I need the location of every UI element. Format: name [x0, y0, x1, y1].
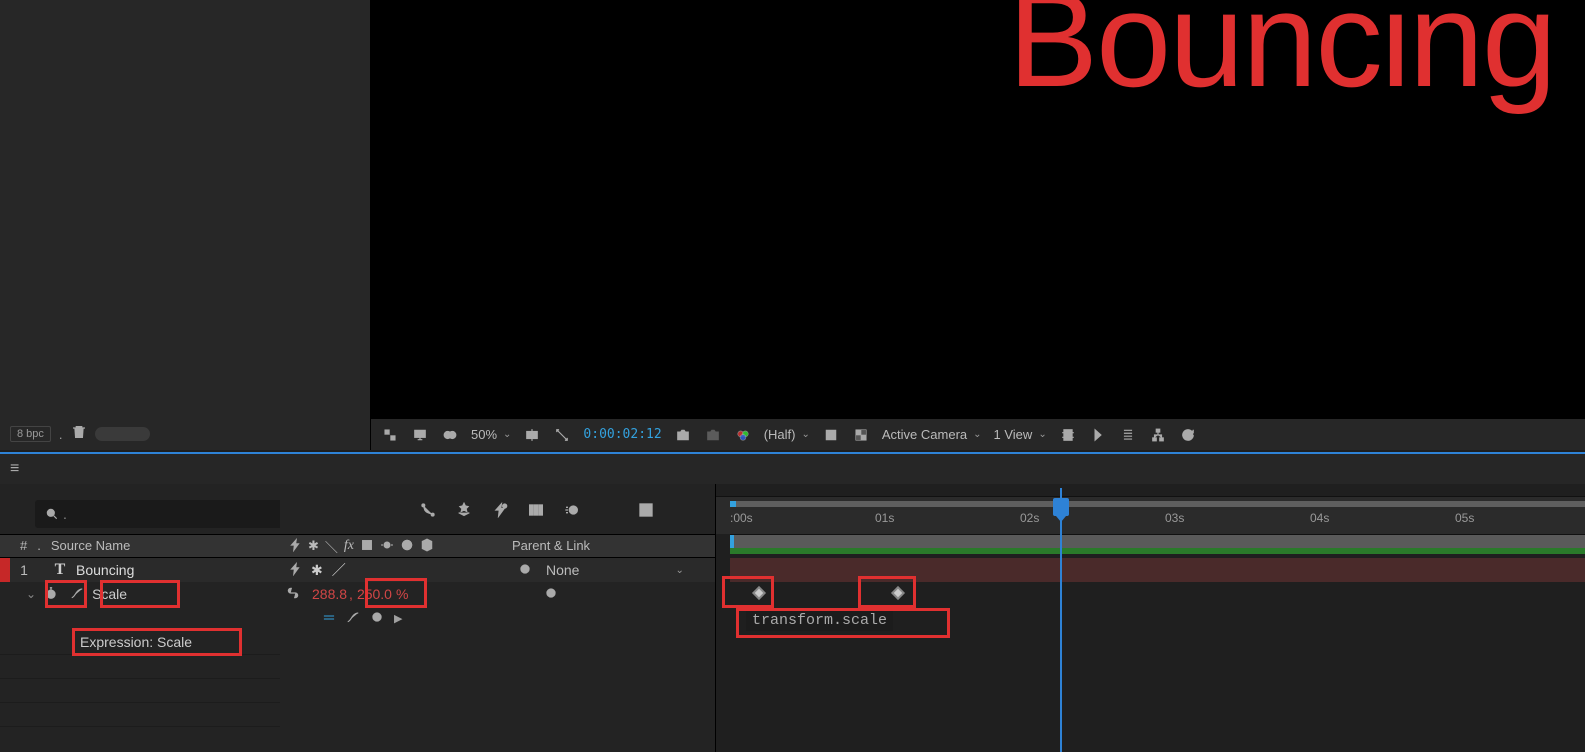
zoom-select[interactable]: 50%⌄	[471, 427, 511, 442]
mask-icon[interactable]	[441, 426, 459, 444]
search-icon	[45, 507, 59, 521]
layer-solo-toggle[interactable]: ✱	[311, 562, 323, 579]
expression-language-icon[interactable]: ▶	[394, 612, 402, 625]
twirl-arrow-icon[interactable]: ⌄	[26, 587, 36, 601]
timeline-panel: ≡ . # . Source Name 1 T	[0, 452, 1585, 752]
pixel-aspect-icon[interactable]	[1059, 426, 1077, 444]
stopwatch-icon[interactable]	[44, 586, 58, 603]
timeline-toolbar: ≡	[0, 452, 1585, 484]
work-area-bar[interactable]	[730, 534, 1585, 548]
fast-draft-icon[interactable]	[1089, 426, 1107, 444]
dot-label: .	[59, 427, 63, 442]
render-tool-icon[interactable]	[456, 502, 472, 523]
switch-3d-icon[interactable]	[420, 538, 434, 555]
camera-select[interactable]: Active Camera⌄	[882, 427, 982, 442]
transparency-grid-icon[interactable]	[852, 426, 870, 444]
layer-quality-toggle[interactable]: ／	[332, 560, 346, 580]
switch-shy-icon[interactable]	[288, 538, 302, 555]
switch-solo-icon[interactable]: ✱	[308, 538, 319, 554]
ruler-tick: 01s	[875, 511, 894, 525]
resolution-select[interactable]: (Half)⌄	[764, 427, 810, 442]
layer-row[interactable]: 1 T Bouncing	[0, 558, 280, 582]
property-row-scale[interactable]: ⌄ Scale	[0, 582, 280, 606]
switch-fx-icon[interactable]: fx	[344, 538, 354, 554]
ruler-tick: 05s	[1455, 511, 1474, 525]
text-layer-icon: T	[52, 561, 68, 579]
timecode-display[interactable]: 0:00:02:12	[583, 427, 661, 442]
column-source-name-header[interactable]: Source Name	[51, 538, 130, 553]
switch-adjustment-icon[interactable]	[400, 538, 414, 555]
timeline-graph[interactable]: :00s 01s 02s 03s 04s 05s transform.scale	[715, 484, 1585, 752]
layer-name[interactable]: Bouncing	[76, 562, 134, 578]
expression-text[interactable]: transform.scale	[746, 610, 893, 631]
scale-y-value[interactable]: 250.0	[357, 586, 392, 602]
layer-shy-toggle[interactable]	[288, 562, 302, 579]
ruler-tick: 02s	[1020, 511, 1039, 525]
view-layout-select[interactable]: 1 View⌄	[994, 427, 1047, 442]
slider-pill[interactable]	[95, 427, 150, 441]
channels-icon[interactable]	[734, 426, 752, 444]
column-dot: .	[37, 538, 41, 553]
switch-frameblend-icon[interactable]	[360, 538, 374, 555]
project-panel	[0, 0, 370, 450]
shy-layers-icon[interactable]	[492, 502, 508, 523]
constrain-proportions-icon[interactable]	[286, 586, 300, 603]
fast-previews-icon[interactable]	[822, 426, 840, 444]
graph-editor-icon[interactable]	[70, 586, 84, 603]
expression-pickwhip-icon[interactable]	[370, 610, 384, 627]
keyframe-diamond[interactable]	[891, 586, 905, 600]
preview-text: Bouncing	[1008, 0, 1555, 107]
layer-duration-bar[interactable]	[730, 558, 1585, 582]
property-row-expression[interactable]: Expression: Scale	[0, 630, 280, 654]
column-index-header[interactable]: #	[20, 538, 27, 553]
parent-select[interactable]: None⌄	[546, 562, 684, 578]
ruler-tick: :00s	[730, 511, 753, 525]
parent-value: None	[546, 562, 579, 578]
switch-motionblur-icon[interactable]	[380, 538, 394, 555]
comp-duration-bar	[730, 548, 1585, 554]
camera-value: Active Camera	[882, 427, 967, 442]
switch-quality-icon[interactable]: ＼	[325, 537, 338, 556]
scale-pct: %	[396, 586, 408, 602]
expression-enable-icon[interactable]: ＝	[322, 608, 336, 628]
resolution-value: (Half)	[764, 427, 796, 442]
parenting-tool-icon[interactable]	[420, 502, 436, 523]
res-auto-icon[interactable]	[523, 426, 541, 444]
playhead[interactable]	[1060, 488, 1062, 752]
property-pickwhip-icon[interactable]	[544, 586, 558, 603]
bpc-indicator[interactable]: 8 bpc	[10, 426, 51, 442]
keyframe-diamond[interactable]	[752, 586, 766, 600]
search-text-placeholder: .	[63, 506, 67, 522]
reset-exposure-icon[interactable]	[1179, 426, 1197, 444]
graph-editor-toggle-icon[interactable]	[638, 502, 654, 523]
time-ruler[interactable]: :00s 01s 02s 03s 04s 05s	[716, 496, 1585, 534]
panel-menu-icon[interactable]: ≡	[10, 460, 19, 478]
always-preview-icon[interactable]	[381, 426, 399, 444]
roi-icon[interactable]	[553, 426, 571, 444]
viewer-toolbar: 50%⌄ 0:00:02:12 (Half)⌄ Active Camera⌄ 1…	[371, 418, 1585, 450]
ruler-tick: 03s	[1165, 511, 1184, 525]
layer-color-tab[interactable]	[0, 558, 10, 582]
exposure-icon[interactable]	[1119, 426, 1137, 444]
column-parent-header[interactable]: Parent & Link	[512, 538, 590, 553]
ruler-tick: 04s	[1310, 511, 1329, 525]
motion-blur-icon[interactable]	[564, 502, 580, 523]
layer-index: 1	[16, 562, 32, 578]
frame-blending-icon[interactable]	[528, 502, 544, 523]
flowchart-icon[interactable]	[1149, 426, 1167, 444]
expression-label[interactable]: Expression: Scale	[80, 634, 192, 650]
parent-pickwhip-icon[interactable]	[518, 562, 532, 579]
property-scale-label[interactable]: Scale	[92, 586, 127, 602]
monitor-icon[interactable]	[411, 426, 429, 444]
scale-x-value[interactable]: 288.8	[312, 586, 347, 602]
show-snapshot-icon[interactable]	[704, 426, 722, 444]
composition-viewer[interactable]: Bouncing 50%⌄ 0:00:02:12 (Half)⌄ Active …	[370, 0, 1585, 450]
zoom-value: 50%	[471, 427, 497, 442]
view-value: 1 View	[994, 427, 1033, 442]
snapshot-icon[interactable]	[674, 426, 692, 444]
trash-icon[interactable]	[71, 424, 87, 444]
expression-graph-icon[interactable]	[346, 610, 360, 627]
